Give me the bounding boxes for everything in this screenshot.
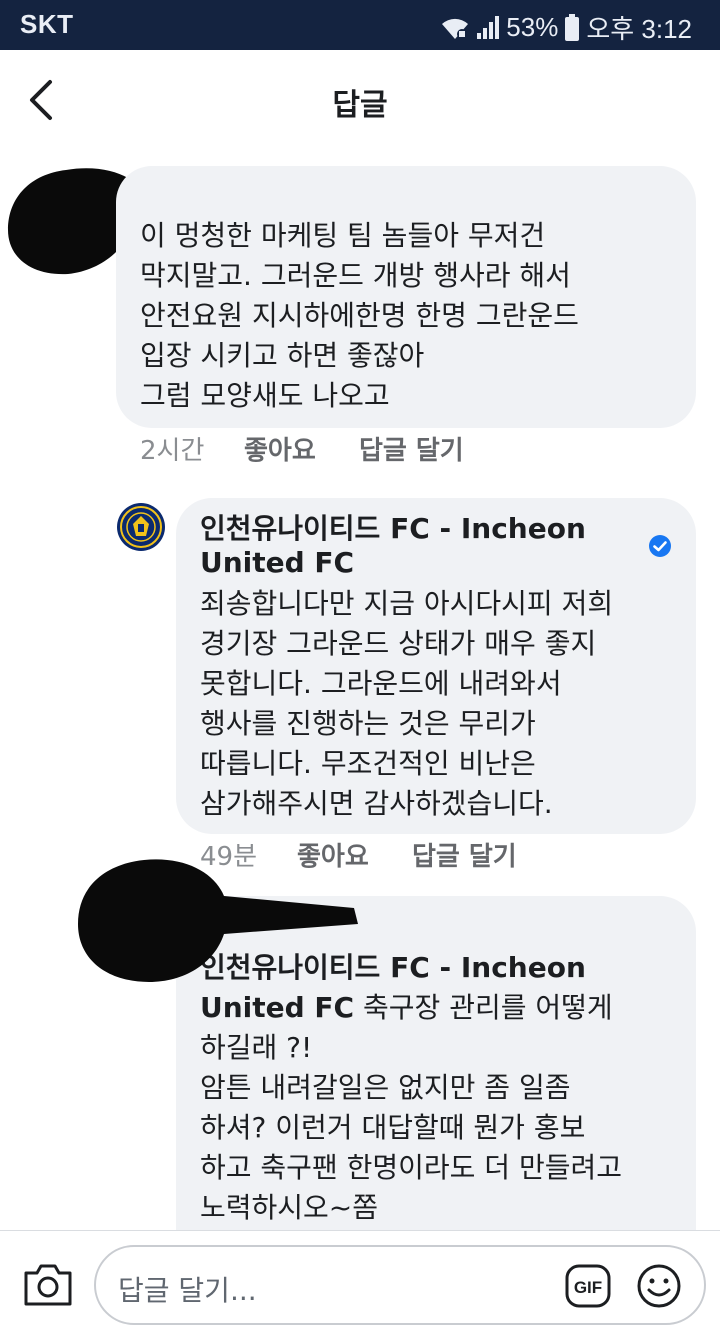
reply-input[interactable]: 답글 달기... GIF [94, 1245, 706, 1325]
comment-text: 죄송합니다만 지금 아시다시피 저희 경기장 그라운드 상태가 매우 좋지 못합… [200, 587, 614, 820]
comment-text: 인천유나이티드 FC - Incheon United FC 축구장 관리를 어… [200, 948, 696, 1228]
status-bar: SKT 53% 오후 3:12 [0, 0, 720, 50]
comment-bubble: 인천유나이티드 FC - Incheon United FC 죄송합니다만 지금… [176, 498, 696, 834]
status-indicators: 53% 오후 3:12 [440, 9, 692, 46]
page-title: 답글 [332, 88, 388, 123]
signal-icon [477, 15, 500, 39]
header: 답글 [0, 50, 720, 150]
clock: 오후 3:12 [586, 14, 692, 44]
battery-percent: 53% [506, 12, 559, 42]
author-name[interactable]: 인천유나이티드 FC - Incheon United FC [200, 512, 586, 579]
carrier-label: SKT [20, 9, 74, 39]
comment-text: 이 멍청한 마케팅 팀 놈들아 무저건 막지말고. 그러운드 개방 행사라 해서… [140, 219, 579, 412]
smiley-icon[interactable] [636, 1263, 682, 1309]
wifi-icon [442, 18, 469, 39]
reply-button[interactable]: 답글 달기 [412, 836, 517, 873]
comment-meta: 2시간 좋아요 답글 달기 [140, 430, 464, 467]
reply-button[interactable]: 답글 달기 [359, 430, 464, 467]
reply-input-placeholder: 답글 달기... [118, 1274, 257, 1307]
gif-button[interactable]: GIF [564, 1263, 612, 1309]
comment-author[interactable]: 인천유나이티드 FC - Incheon United FC [200, 512, 640, 580]
reply-composer: 답글 달기... GIF [0, 1230, 720, 1336]
gif-label: GIF [574, 1278, 602, 1297]
comment-bubble: 이 멍청한 마케팅 팀 놈들아 무저건 막지말고. 그러운드 개방 행사라 해서… [116, 166, 696, 428]
app-frame: 답글 이 멍청한 마케팅 팀 놈들아 무저건 막지말고. 그러운드 개방 행사라… [0, 50, 720, 1336]
comment-time: 2시간 [140, 436, 205, 466]
comment-body: 축구장 관리를 어떻게 하길래 ?! 암튼 내려갈일은 없지만 좀 일좀 하셔?… [200, 991, 623, 1224]
like-button[interactable]: 좋아요 [244, 430, 359, 467]
club-logo-avatar[interactable] [116, 502, 166, 552]
camera-button[interactable] [22, 1263, 74, 1307]
avatar[interactable] [74, 856, 364, 986]
battery-icon [565, 13, 580, 41]
verified-badge-icon [649, 535, 671, 557]
